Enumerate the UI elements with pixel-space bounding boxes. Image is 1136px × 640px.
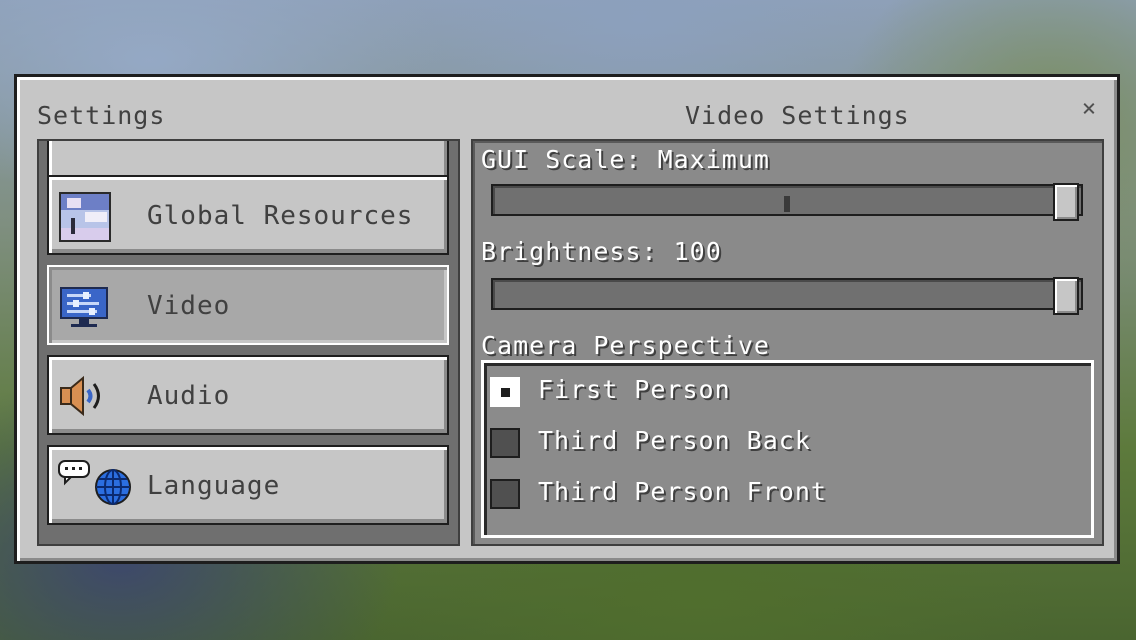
category-list[interactable]: Global Resources Video Audio Language [37,139,460,546]
radio-checked-box[interactable] [490,377,520,407]
brightness-slider[interactable] [491,277,1083,315]
video-settings-title: Video Settings [685,101,910,130]
settings-title: Settings [37,101,166,130]
speaker-icon [59,372,111,422]
camera-perspective-label: Camera Perspective [481,331,770,360]
gui-scale-slider[interactable] [491,183,1083,221]
radio-selected-dot [501,388,510,397]
sidebar-item-label: Global Resources [147,201,414,231]
radio-box[interactable] [490,428,520,458]
radio-first-person[interactable]: First Person [490,373,1080,411]
brightness-slider-handle[interactable] [1053,277,1079,315]
video-settings-icon [59,282,111,332]
resource-pack-icon [59,192,111,242]
sidebar-item-video[interactable]: Video [47,265,449,345]
gui-scale-label: GUI Scale: Maximum [481,145,770,174]
sidebar-item-audio[interactable]: Audio [47,355,449,435]
gui-scale-slider-handle[interactable] [1053,183,1079,221]
slider-tick [784,196,790,212]
radio-label: Third Person Front [538,477,827,506]
brightness-label: Brightness: 100 [481,237,722,266]
settings-panel: Settings Video Settings × Global Resourc… [14,74,1120,564]
sidebar-item-global-resources[interactable]: Global Resources [47,175,449,255]
language-globe-icon [57,457,137,507]
camera-perspective-options: First Person Third Person Back Third Per… [481,360,1094,538]
radio-third-person-front[interactable]: Third Person Front [490,475,1080,513]
radio-label: Third Person Back [538,426,811,455]
sidebar-item-label: Audio [147,381,231,411]
video-settings-pane: GUI Scale: Maximum Brightness: 100 Camer… [471,139,1104,546]
radio-label: First Person [538,375,731,404]
sidebar-item-language[interactable]: Language [47,445,449,525]
sidebar-item-label: Language [147,471,281,501]
sidebar-item-label: Video [147,291,231,321]
radio-third-person-back[interactable]: Third Person Back [490,424,1080,462]
close-icon[interactable]: × [1075,93,1103,123]
radio-box[interactable] [490,479,520,509]
